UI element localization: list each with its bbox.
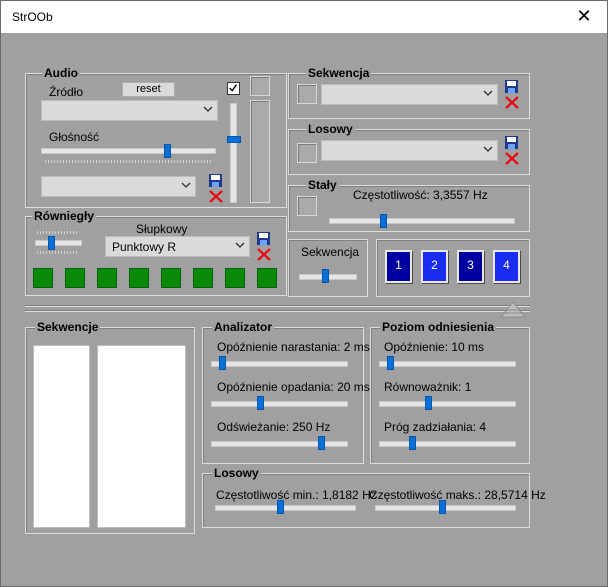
number-button-4[interactable]: 4 [493, 250, 520, 283]
sekwencje-list-right[interactable] [97, 345, 186, 528]
volume-slider[interactable] [41, 148, 216, 154]
rownolegly-ticks-bottom [37, 251, 79, 254]
rownolegly-slider[interactable] [35, 240, 82, 246]
audio-checkbox[interactable] [227, 82, 240, 95]
horizontal-separator-2 [25, 310, 530, 312]
losowy-indicator [297, 143, 317, 163]
save-delete-icon[interactable] [504, 79, 520, 109]
min-freq-label: Częstotliwość min.: 1,8182 Hz [216, 488, 377, 502]
chevron-down-icon [203, 106, 213, 112]
staly-indicator [297, 196, 317, 216]
reset-button[interactable]: reset [122, 82, 175, 97]
source-label: Źródło [49, 85, 84, 99]
rise-slider[interactable] [211, 361, 348, 367]
indicator-led [193, 268, 213, 288]
rownolegly-slider-thumb[interactable] [47, 236, 55, 250]
collapse-arrow-icon[interactable] [500, 301, 526, 318]
rise-slider-thumb[interactable] [219, 356, 227, 370]
staly-slider[interactable] [329, 218, 515, 224]
threshold-label: Próg zadziałania: 4 [384, 420, 487, 434]
staly-slider-thumb[interactable] [380, 214, 387, 228]
min-freq-slider[interactable] [215, 505, 356, 511]
refresh-label: Odświeżanie: 250 Hz [217, 420, 331, 434]
rownolegly-ticks-top [37, 231, 79, 234]
indicator-led [33, 268, 53, 288]
fall-label: Opóźnienie opadania: 20 ms [217, 380, 370, 394]
sekwencja-indicator [297, 84, 317, 104]
window-title: StrOOb [12, 10, 53, 24]
save-delete-icon[interactable] [504, 135, 520, 165]
slupkowy-label: Słupkowy [136, 222, 188, 236]
horizontal-separator [25, 305, 530, 307]
fall-slider-thumb[interactable] [257, 396, 265, 410]
vertical-slider-thumb[interactable] [227, 135, 241, 143]
indicator-led [257, 268, 277, 288]
close-icon[interactable]: ✕ [561, 1, 607, 33]
vertical-slider-track[interactable] [230, 103, 237, 203]
number-button-2[interactable]: 2 [421, 250, 448, 283]
seq-slider-label: Sekwencja [301, 245, 360, 259]
indicator-led [65, 268, 85, 288]
save-delete-icon[interactable] [256, 231, 272, 261]
indicator-led [97, 268, 117, 288]
balance-slider[interactable] [379, 401, 516, 407]
losowy-top-title: Losowy [306, 122, 355, 136]
staly-title: Stały [306, 178, 339, 192]
chevron-down-icon [483, 146, 493, 152]
save-delete-icon[interactable] [208, 173, 224, 203]
chevron-down-icon [483, 90, 493, 96]
threshold-slider[interactable] [379, 441, 516, 447]
number-button-1[interactable]: 1 [385, 250, 412, 283]
losowy-select[interactable] [321, 140, 498, 161]
audio-indicator-top [250, 76, 270, 96]
audio-title: Audio [42, 66, 80, 80]
sekwencja-title: Sekwencja [306, 66, 372, 80]
seq-slider-thumb[interactable] [322, 269, 330, 283]
delay-label: Opóźnienie: 10 ms [384, 340, 485, 354]
rownolegly-title: Równiegły [32, 209, 97, 223]
max-freq-slider-thumb[interactable] [439, 500, 447, 514]
mode-select[interactable]: Punktowy R [105, 236, 250, 257]
staly-freq-label: Częstotliwość: 3,3557 Hz [353, 188, 488, 202]
title-bar: StrOOb ✕ [1, 1, 607, 33]
balance-slider-thumb[interactable] [425, 396, 433, 410]
chevron-down-icon [181, 182, 191, 188]
device-select[interactable] [41, 176, 196, 197]
number-button-3[interactable]: 3 [457, 250, 484, 283]
rise-label: Opóźnienie narastania: 2 ms [217, 340, 370, 354]
refresh-slider[interactable] [211, 441, 348, 447]
volume-label: Głośność [49, 130, 100, 144]
poziom-title: Poziom odniesienia [380, 320, 497, 334]
source-select[interactable] [41, 100, 218, 121]
analizator-title: Analizator [212, 320, 275, 334]
chevron-down-icon [235, 242, 245, 248]
volume-slider-thumb[interactable] [164, 144, 172, 158]
losowy-bottom-title: Losowy [212, 466, 261, 480]
indicator-led [129, 268, 149, 288]
refresh-slider-thumb[interactable] [317, 436, 325, 450]
sekwencja-select[interactable] [321, 84, 498, 105]
volume-ticks [45, 160, 213, 163]
audio-level-meter [250, 100, 270, 203]
balance-label: Równoważnik: 1 [384, 380, 472, 394]
mode-value: Punktowy R [112, 240, 177, 254]
checkmark-icon [229, 84, 238, 92]
delay-slider-thumb[interactable] [387, 356, 395, 370]
min-freq-slider-thumb[interactable] [276, 500, 284, 514]
indicator-led [161, 268, 181, 288]
threshold-slider-thumb[interactable] [408, 436, 416, 450]
delay-slider[interactable] [379, 361, 516, 367]
client-area: Audio Źródło reset Głośność Równiegły Sł… [9, 33, 601, 581]
indicator-led [225, 268, 245, 288]
app-window: StrOOb ✕ Audio Źródło reset Głośność Rów… [0, 0, 608, 587]
max-freq-label: Częstotliwość maks.: 28,5714 Hz [369, 488, 546, 502]
fall-slider[interactable] [211, 401, 348, 407]
sekwencje-title: Sekwencje [35, 320, 101, 334]
sekwencje-list-left[interactable] [33, 345, 90, 528]
